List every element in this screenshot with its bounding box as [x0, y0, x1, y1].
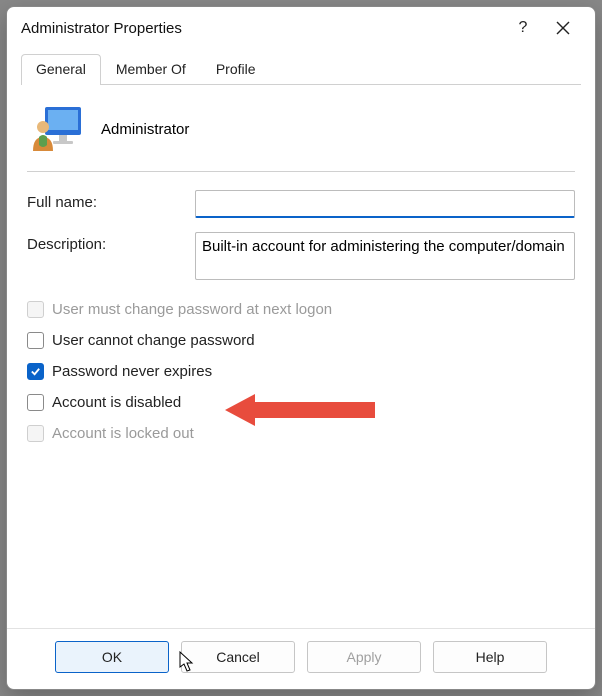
- check-never-expires[interactable]: Password never expires: [27, 356, 575, 387]
- fullname-input[interactable]: [195, 190, 575, 218]
- checkbox-icon: [27, 394, 44, 411]
- dialog-content: General Member Of Profile Administrator: [7, 47, 595, 628]
- button-label: Apply: [346, 649, 381, 665]
- username-label: Administrator: [101, 121, 189, 138]
- cancel-button[interactable]: Cancel: [181, 641, 295, 673]
- checkbox-label: Password never expires: [52, 363, 212, 380]
- checkbox-icon: [27, 425, 44, 442]
- button-label: Cancel: [216, 649, 260, 665]
- check-cannot-change[interactable]: User cannot change password: [27, 325, 575, 356]
- close-icon: [556, 21, 570, 35]
- help-button[interactable]: ?: [503, 13, 543, 43]
- divider: [27, 171, 575, 172]
- annotation-arrow-icon: [225, 390, 385, 430]
- fullname-label: Full name:: [27, 190, 187, 211]
- properties-dialog: Administrator Properties ? General Membe…: [6, 6, 596, 690]
- checkbox-label: User must change password at next logon: [52, 301, 332, 318]
- checkbox-icon: [27, 332, 44, 349]
- user-monitor-icon: [31, 105, 83, 153]
- description-field: Description:: [27, 232, 575, 280]
- checkbox-label: Account is locked out: [52, 425, 194, 442]
- tab-panel-general: Administrator Full name: Description: Us…: [21, 85, 581, 618]
- ok-button[interactable]: OK: [55, 641, 169, 673]
- checkbox-label: Account is disabled: [52, 394, 181, 411]
- checkbox-icon: [27, 301, 44, 318]
- button-label: Help: [476, 649, 505, 665]
- window-title: Administrator Properties: [21, 20, 503, 37]
- tab-label: Profile: [216, 61, 256, 77]
- question-icon: ?: [519, 19, 528, 37]
- user-header: Administrator: [27, 101, 575, 167]
- button-label: OK: [102, 649, 122, 665]
- close-button[interactable]: [543, 13, 583, 43]
- checkbox-label: User cannot change password: [52, 332, 255, 349]
- tab-label: Member Of: [116, 61, 186, 77]
- tab-label: General: [36, 61, 86, 77]
- titlebar: Administrator Properties ?: [7, 7, 595, 47]
- description-label: Description:: [27, 232, 187, 253]
- apply-button[interactable]: Apply: [307, 641, 421, 673]
- help-dialog-button[interactable]: Help: [433, 641, 547, 673]
- fullname-field: Full name:: [27, 190, 575, 218]
- cursor-icon: [179, 651, 195, 673]
- tab-profile[interactable]: Profile: [201, 54, 271, 85]
- tab-member-of[interactable]: Member Of: [101, 54, 201, 85]
- tab-general[interactable]: General: [21, 54, 101, 85]
- description-input[interactable]: [195, 232, 575, 280]
- checkbox-checked-icon: [27, 363, 44, 380]
- dialog-buttons: OK Cancel Apply Help: [7, 628, 595, 689]
- tab-strip: General Member Of Profile: [21, 53, 581, 85]
- checkbox-group: User must change password at next logon …: [27, 294, 575, 449]
- check-must-change: User must change password at next logon: [27, 294, 575, 325]
